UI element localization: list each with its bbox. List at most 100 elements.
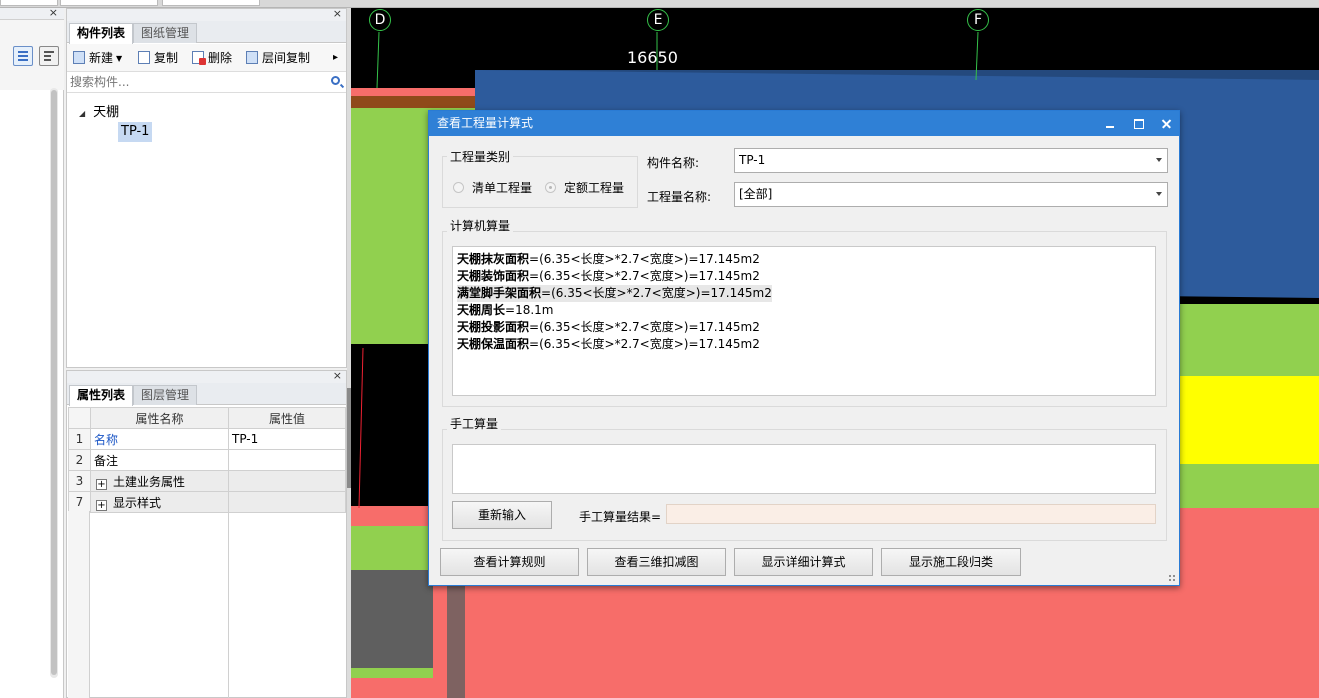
manual-result-field: [666, 504, 1156, 524]
table-row[interactable]: 1 名称 TP-1: [68, 428, 346, 450]
radio-selected-icon: [545, 182, 556, 193]
maximize-button[interactable]: [1124, 111, 1152, 136]
left-panel: ×: [0, 6, 64, 698]
minimize-button[interactable]: [1096, 111, 1124, 136]
dialog-title-bar[interactable]: 查看工程量计算式: [429, 111, 1179, 136]
property-name: 名称: [90, 428, 229, 450]
left-panel-scrollbar[interactable]: [50, 88, 58, 678]
table-row[interactable]: 3 + 土建业务属性: [68, 470, 346, 492]
resize-grip-icon[interactable]: [1168, 574, 1176, 582]
manual-calc-input[interactable]: [452, 444, 1156, 494]
more-icon[interactable]: ▸: [333, 50, 338, 66]
component-name-select[interactable]: TP-1: [734, 148, 1168, 173]
property-name: 备注: [90, 449, 229, 471]
top-tab-strip: [0, 0, 1319, 8]
row-number-header: [68, 407, 91, 429]
property-value: [228, 470, 346, 492]
close-icon[interactable]: ×: [333, 7, 342, 20]
collapse-triangle-icon[interactable]: ◢: [79, 109, 85, 118]
property-value: [228, 491, 346, 513]
green-slab-right-lower: [1179, 464, 1319, 508]
quantity-type-label: 工程量类别: [447, 148, 514, 165]
top-tab[interactable]: [162, 0, 260, 6]
red-slab-right: [1179, 508, 1319, 588]
radio-bill-quantity[interactable]: 清单工程量: [453, 179, 532, 196]
new-button[interactable]: 新建 ▼: [73, 50, 122, 66]
tab-component-list[interactable]: 构件列表: [69, 23, 134, 44]
show-detail-formula-button[interactable]: 显示详细计算式: [734, 548, 873, 576]
list-view-icon[interactable]: [13, 46, 33, 66]
floor-copy-icon: [246, 51, 258, 64]
green-slab-right: [1179, 304, 1319, 376]
red-beam: [351, 88, 475, 96]
gray-column: [447, 586, 465, 698]
red-axis-line: [358, 347, 364, 509]
quantity-name-select[interactable]: [全部]: [734, 182, 1168, 207]
view-3d-deduction-button[interactable]: 查看三维扣减图: [587, 548, 726, 576]
reenter-button[interactable]: 重新输入: [452, 501, 552, 529]
tab-property-list[interactable]: 属性列表: [69, 385, 134, 406]
row-number: 2: [68, 449, 91, 471]
copy-button[interactable]: 复制: [138, 50, 178, 66]
tree-node-ceiling[interactable]: ◢ 天棚: [79, 101, 119, 120]
column-divider: [228, 511, 229, 698]
quantity-formula-dialog: 查看工程量计算式 工程量类别 清单工程量 定额工程量 构件名称: TP-1 工程…: [428, 110, 1180, 586]
delete-icon: [192, 51, 206, 65]
formula-line: 天棚保温面积=(6.35<长度>*2.7<宽度>)=17.145m2: [457, 337, 760, 351]
tab-layer-management[interactable]: 图层管理: [133, 385, 198, 405]
dialog-title: 查看工程量计算式: [437, 116, 534, 130]
search-input[interactable]: [67, 73, 317, 91]
axis-label-d: D: [369, 9, 391, 31]
column-header: 属性值: [228, 407, 346, 429]
show-construction-stage-button[interactable]: 显示施工段归类: [881, 548, 1021, 576]
close-button[interactable]: [1152, 111, 1180, 136]
property-panel: × 属性列表 图层管理 属性名称 属性值 1 名称 TP-1 2 备注 3 + 土…: [66, 369, 347, 698]
property-group[interactable]: + 显示样式: [90, 491, 229, 513]
property-table: 属性名称 属性值 1 名称 TP-1 2 备注 3 + 土建业务属性 7 + 显示样…: [68, 407, 346, 513]
property-value[interactable]: [228, 449, 346, 471]
axis-label-e: E: [647, 9, 669, 31]
new-icon: [73, 51, 85, 64]
search-icon[interactable]: [331, 76, 340, 85]
floor-copy-button[interactable]: 层间复制: [246, 50, 310, 66]
close-icon[interactable]: ×: [333, 369, 342, 382]
panel-header: ×: [67, 369, 346, 383]
axis-line-d: [376, 31, 380, 89]
row-number: 7: [68, 491, 91, 513]
tree-node-tp1[interactable]: TP-1: [118, 122, 153, 142]
panel-header: ×: [67, 7, 346, 21]
component-name-label: 构件名称:: [647, 156, 700, 170]
formula-line: 天棚装饰面积=(6.35<长度>*2.7<宽度>)=17.145m2: [457, 269, 760, 283]
expand-icon[interactable]: +: [96, 478, 107, 490]
row-number: 1: [68, 428, 91, 450]
property-tabs: 属性列表 图层管理: [67, 383, 346, 406]
red-slab-shadow: [446, 586, 1319, 620]
property-value[interactable]: TP-1: [228, 428, 346, 450]
table-row[interactable]: 2 备注: [68, 449, 346, 471]
left-panel-header: ×: [0, 6, 64, 20]
chevron-down-icon: ▼: [116, 54, 123, 63]
view-rules-button[interactable]: 查看计算规则: [440, 548, 579, 576]
manual-result-label: 手工算量结果=: [579, 510, 662, 524]
close-icon[interactable]: ×: [49, 6, 58, 19]
expand-icon[interactable]: +: [96, 499, 107, 511]
computer-calc-text[interactable]: 天棚抹灰面积=(6.35<长度>*2.7<宽度>)=17.145m2 天棚装饰面…: [452, 246, 1156, 396]
copy-icon: [138, 51, 150, 64]
detail-view-icon[interactable]: [39, 46, 59, 66]
radio-icon: [453, 182, 464, 193]
delete-button[interactable]: 删除: [192, 50, 232, 66]
dimension-label: 16650: [627, 48, 678, 67]
radio-quota-quantity[interactable]: 定额工程量: [545, 179, 624, 196]
row-number: 3: [68, 470, 91, 492]
blue-slab-top: [475, 70, 1319, 84]
table-row[interactable]: 7 + 显示样式: [68, 491, 346, 513]
axis-label-f: F: [967, 9, 989, 31]
component-list-panel: × 构件列表 图纸管理 新建▼ 复制 删除 层间复制 ▸ ◢天棚 TP-1: [66, 7, 347, 368]
formula-line: 天棚周长=18.1m: [457, 303, 554, 317]
computer-calc-label: 计算机算量: [447, 217, 514, 234]
top-tab[interactable]: [60, 0, 158, 6]
property-group[interactable]: + 土建业务属性: [90, 470, 229, 492]
row-number-column-fill: [68, 511, 90, 698]
formula-line: 天棚抹灰面积=(6.35<长度>*2.7<宽度>)=17.145m2: [457, 252, 760, 266]
tab-drawing-management[interactable]: 图纸管理: [133, 23, 198, 43]
